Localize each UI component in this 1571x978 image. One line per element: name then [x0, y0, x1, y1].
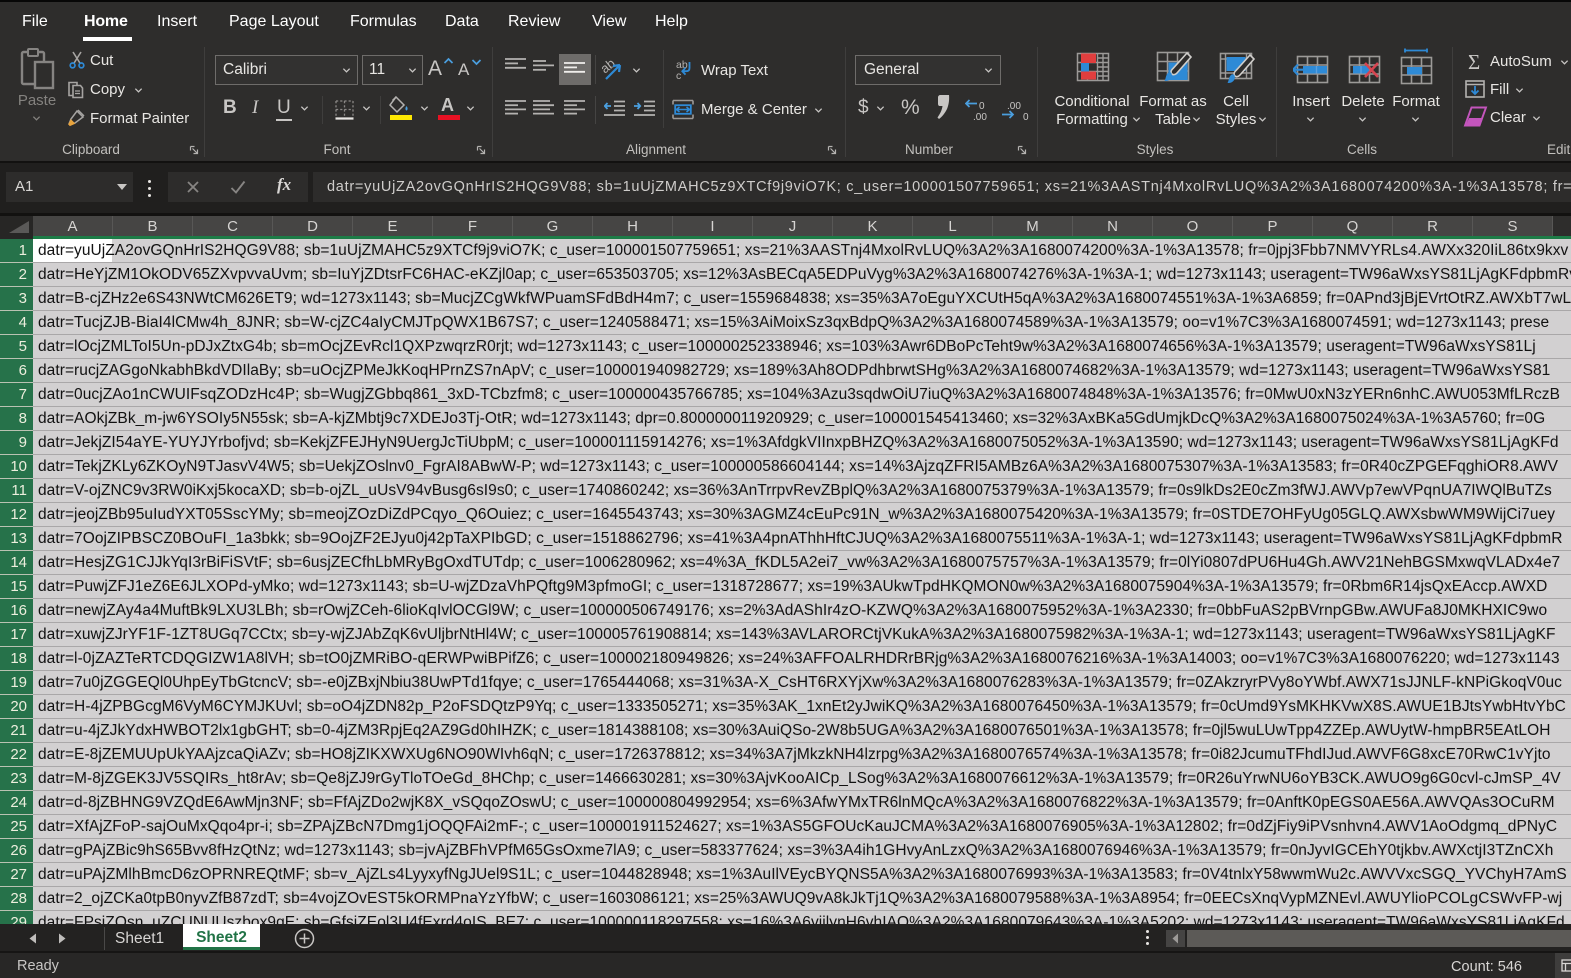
svg-text:0: 0 — [979, 101, 985, 112]
svg-text:0: 0 — [1023, 112, 1029, 121]
svg-text:.00: .00 — [973, 112, 987, 121]
svg-text:c: c — [676, 70, 681, 81]
svg-text:.00: .00 — [1007, 101, 1021, 112]
